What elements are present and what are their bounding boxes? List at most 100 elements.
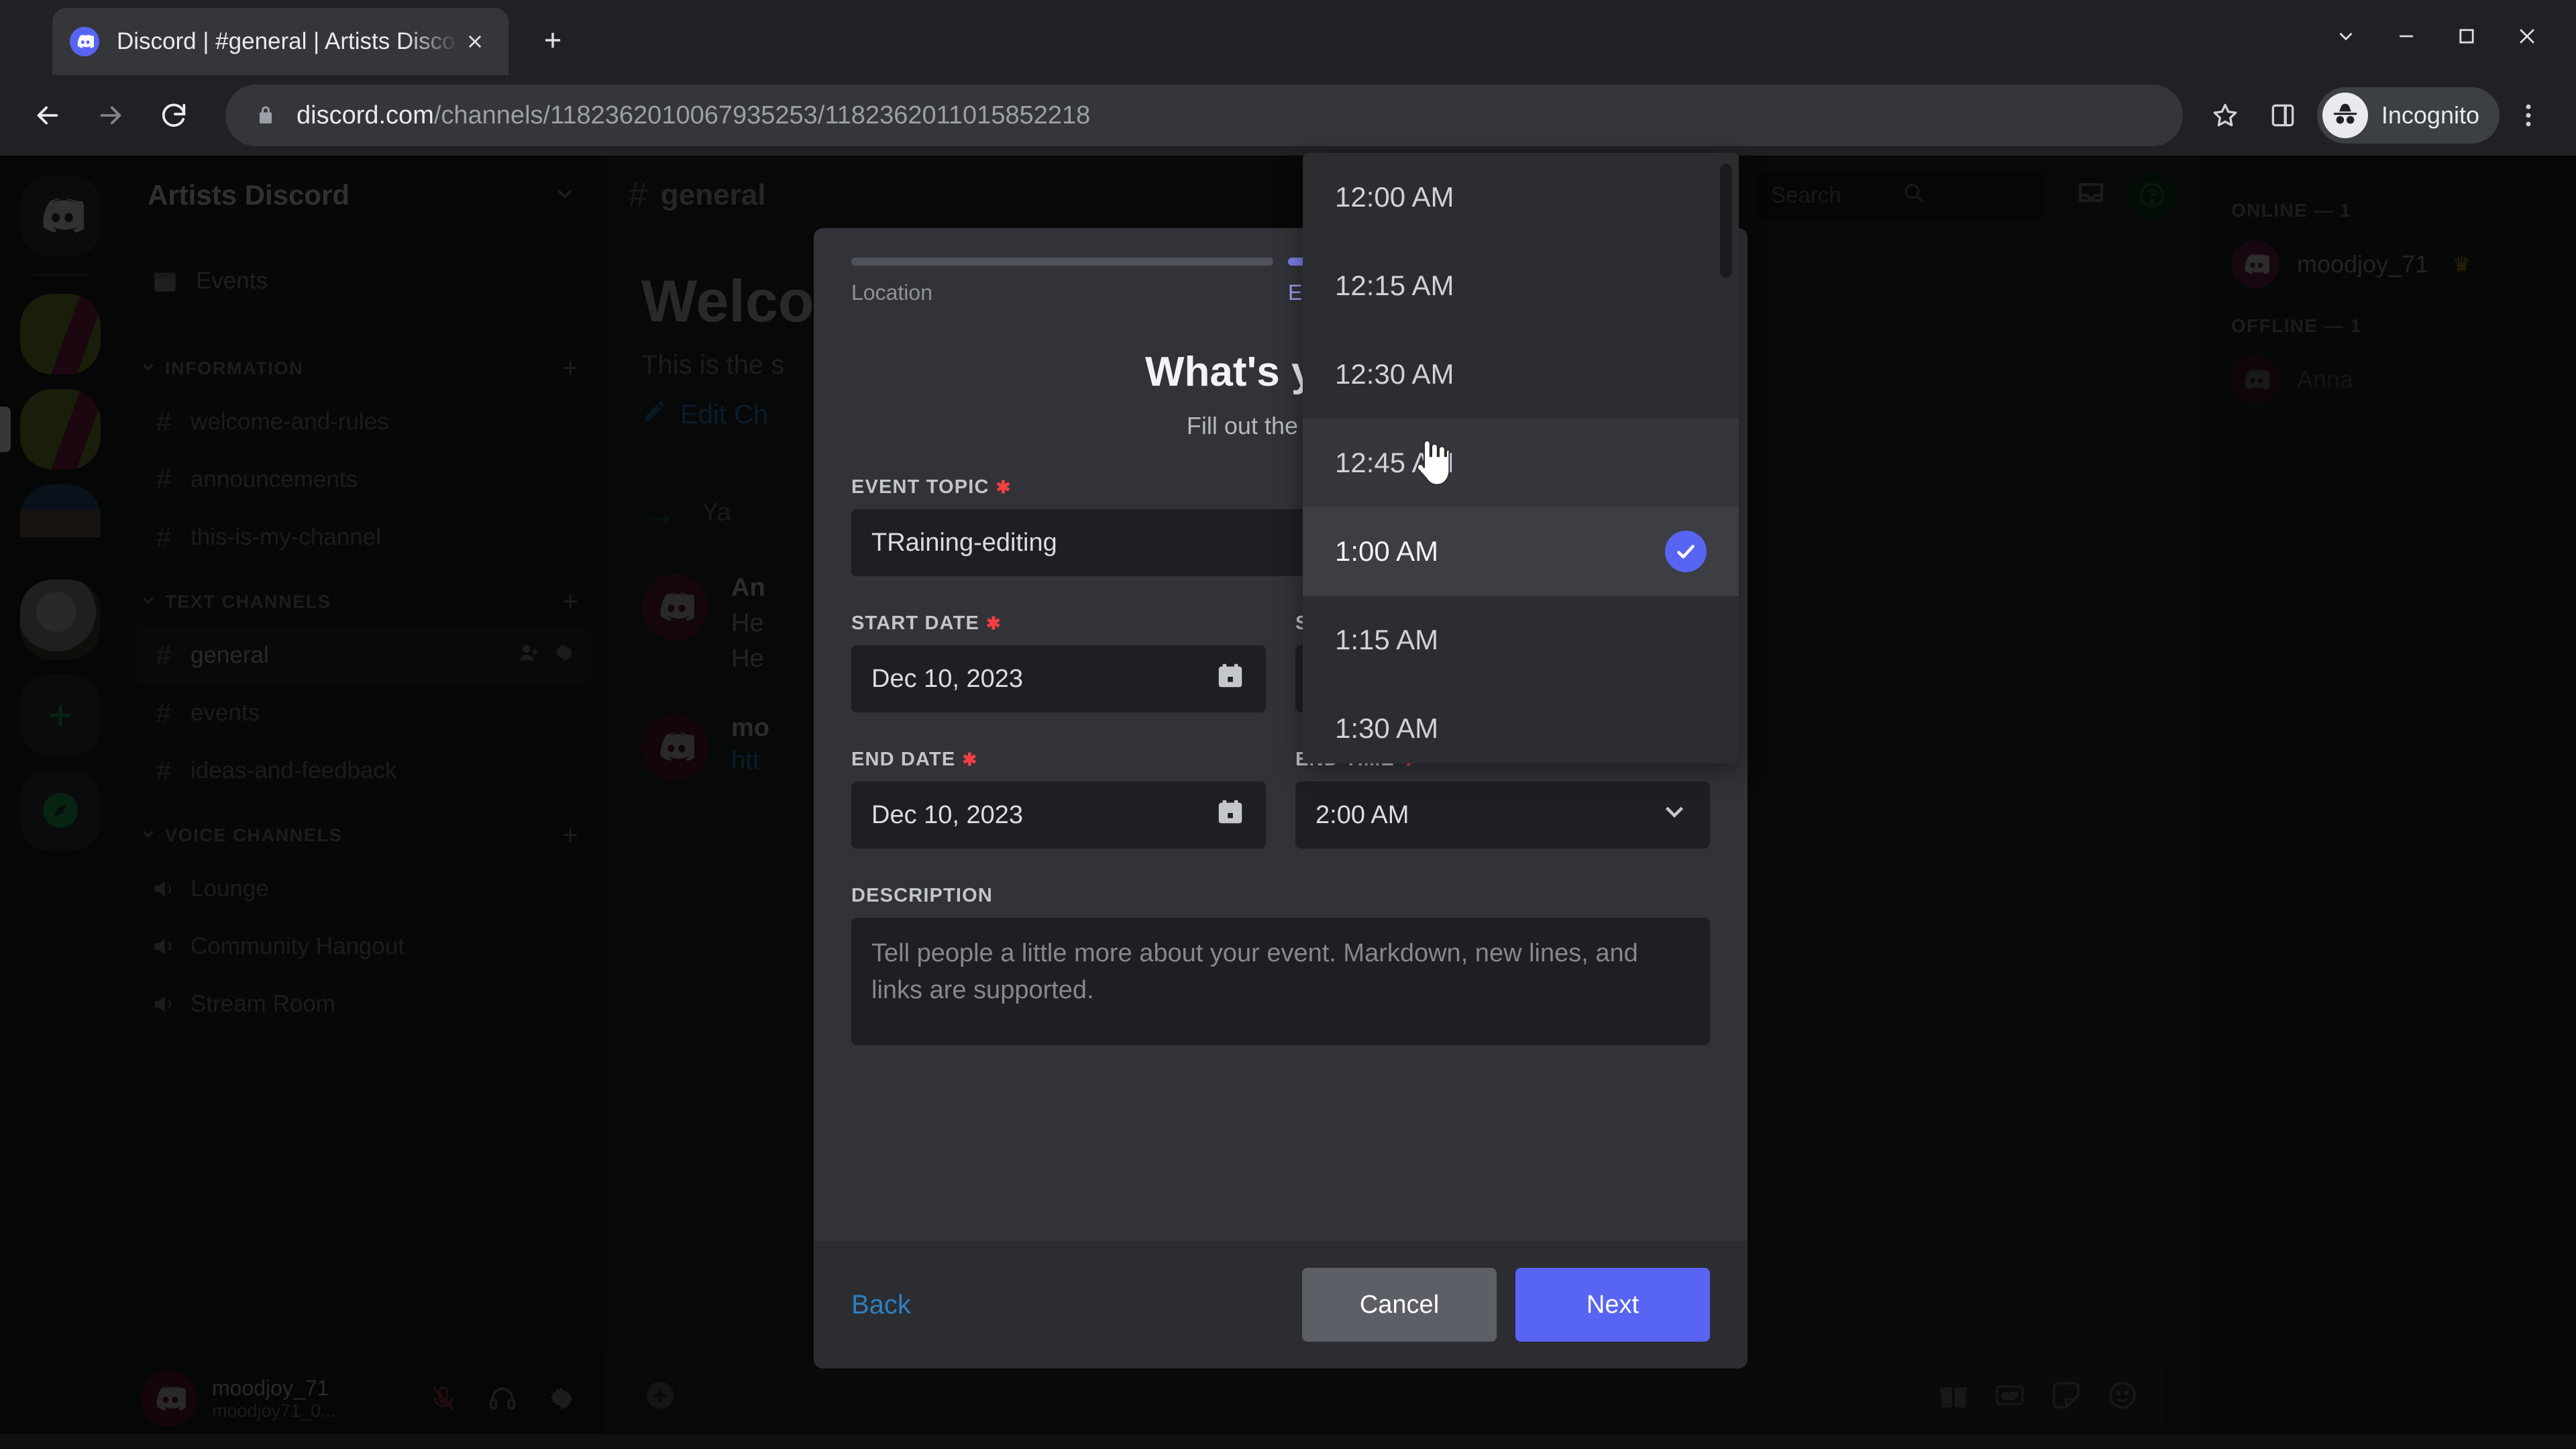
back-arrow-icon[interactable] [19, 87, 76, 144]
chevron-down-icon[interactable] [1659, 796, 1690, 834]
start-date-input[interactable]: Dec 10, 2023 [851, 645, 1266, 712]
member-row[interactable]: moodjoy_71 ♛ [2219, 233, 2557, 295]
calendar-icon[interactable] [1215, 660, 1246, 698]
server-home-button[interactable] [20, 176, 101, 256]
browser-tab[interactable]: Discord | #general | Artists Disco [52, 8, 508, 75]
server-icon-active[interactable] [0, 389, 101, 470]
incognito-profile-button[interactable]: Incognito [2316, 87, 2500, 144]
maximize-icon[interactable] [2436, 12, 2497, 60]
close-icon[interactable] [459, 25, 491, 58]
category-label: VOICE CHANNELS [165, 824, 343, 845]
guild-name: Artists Discord [148, 179, 350, 211]
start-time-dropdown[interactable]: 12:00 AM 12:15 AM 12:30 AM 12:45 AM 1:00… [1303, 153, 1739, 763]
browser-toolbar: discord.com/channels/1182362010067935253… [0, 75, 2576, 156]
end-date-input[interactable]: Dec 10, 2023 [851, 782, 1266, 849]
time-option-selected[interactable]: 1:00 AM [1303, 507, 1739, 596]
crown-icon: ♛ [2453, 253, 2471, 276]
channel-events[interactable]: # events [134, 686, 590, 741]
step-location[interactable]: Location [851, 258, 1273, 305]
calendar-icon[interactable] [1215, 796, 1246, 834]
channel-ideas-and-feedback[interactable]: # ideas-and-feedback [134, 743, 590, 798]
chevron-down-icon[interactable] [553, 182, 577, 209]
star-icon[interactable] [2196, 87, 2254, 144]
sticker-icon[interactable] [2047, 1377, 2085, 1414]
next-button[interactable]: Next [1515, 1268, 1710, 1342]
server-icon[interactable] [20, 484, 101, 565]
label-text: EVENT TOPIC [851, 476, 989, 498]
end-time-select[interactable]: 2:00 AM [1295, 782, 1710, 849]
gif-icon[interactable]: GIF [1991, 1377, 2029, 1414]
reload-icon[interactable] [145, 87, 203, 144]
active-server-indicator [0, 407, 11, 452]
avatar[interactable] [141, 1371, 197, 1427]
description-placeholder: Tell people a little more about your eve… [871, 939, 1638, 1005]
start-date-value: Dec 10, 2023 [871, 664, 1024, 693]
chevron-down-icon[interactable] [2316, 12, 2376, 60]
modal-footer: Back Cancel Next [814, 1241, 1748, 1368]
address-bar[interactable]: discord.com/channels/1182362010067935253… [225, 85, 2183, 146]
plus-icon[interactable] [641, 1377, 679, 1414]
time-option[interactable]: 12:15 AM [1303, 241, 1739, 330]
microphone-muted-icon[interactable] [421, 1377, 466, 1421]
member-name: moodjoy_71 [2297, 250, 2429, 278]
explore-servers-button[interactable] [20, 770, 101, 851]
add-server-button[interactable]: + [20, 675, 101, 755]
time-option[interactable]: 1:15 AM [1303, 596, 1739, 684]
inbox-icon[interactable] [2068, 172, 2114, 219]
tab-strip: Discord | #general | Artists Disco [0, 0, 2576, 75]
add-channel-icon[interactable]: + [563, 822, 578, 849]
help-icon[interactable] [2128, 171, 2176, 219]
new-tab-button[interactable] [530, 17, 576, 63]
category-label: TEXT CHANNELS [165, 591, 331, 612]
category-voice-channels[interactable]: VOICE CHANNELS + [121, 812, 604, 859]
minimize-icon[interactable] [2376, 12, 2436, 60]
check-icon [1665, 531, 1707, 572]
message-input[interactable]: GIF [679, 1359, 2163, 1432]
channel-label: Community Hangout [191, 933, 405, 959]
time-option[interactable]: 12:30 AM [1303, 330, 1739, 419]
dropdown-scrollbar[interactable] [1720, 164, 1732, 278]
member-row[interactable]: Anna [2219, 349, 2557, 411]
window-close-icon[interactable] [2497, 12, 2557, 60]
description-textarea[interactable]: Tell people a little more about your eve… [851, 918, 1710, 1045]
back-button[interactable]: Back [851, 1290, 1283, 1320]
avatar[interactable] [641, 574, 708, 641]
channel-announcements[interactable]: # announcements [134, 452, 590, 507]
time-option[interactable]: 12:00 AM [1303, 153, 1739, 241]
gear-icon[interactable] [553, 641, 576, 670]
avatar[interactable] [641, 714, 708, 781]
message-link[interactable]: htt [731, 747, 769, 775]
cancel-button[interactable]: Cancel [1302, 1268, 1497, 1342]
time-option-hovered[interactable]: 12:45 AM [1303, 419, 1739, 507]
voice-channel-lounge[interactable]: Lounge [134, 861, 590, 916]
sidebar-item-events[interactable]: Events [134, 254, 590, 309]
channel-welcome-and-rules[interactable]: # welcome-and-rules [134, 394, 590, 449]
add-channel-icon[interactable]: + [563, 588, 578, 615]
add-channel-icon[interactable]: + [563, 355, 578, 382]
server-icon[interactable] [20, 294, 101, 374]
emoji-icon[interactable] [2104, 1377, 2141, 1414]
voice-channel-stream-room[interactable]: Stream Room [134, 977, 590, 1032]
headphones-icon[interactable] [480, 1377, 525, 1421]
side-panel-icon[interactable] [2254, 87, 2312, 144]
channel-this-is-my-channel[interactable]: # this-is-my-channel [134, 510, 590, 565]
guild-header[interactable]: Artists Discord [121, 156, 604, 236]
edit-channel-label: Edit Ch [680, 399, 769, 429]
search-input[interactable]: Search [1756, 171, 2045, 219]
server-rail: + [0, 156, 121, 1449]
invite-member-icon[interactable] [518, 641, 541, 670]
url-text: discord.com/channels/1182362010067935253… [297, 101, 1090, 130]
end-date-label: END DATE ✱ [851, 749, 1266, 771]
category-information[interactable]: INFORMATION + [121, 345, 604, 392]
channel-general[interactable]: # general [134, 628, 590, 683]
server-icon[interactable] [20, 580, 101, 660]
time-option[interactable]: 1:30 AM [1303, 684, 1739, 763]
three-dot-menu-icon[interactable] [2500, 87, 2557, 144]
category-text-channels[interactable]: TEXT CHANNELS + [121, 578, 604, 625]
user-name: moodjoy_71 [212, 1376, 329, 1400]
gift-icon[interactable] [1935, 1377, 1972, 1414]
channel-label: general [191, 642, 269, 668]
forward-arrow-icon[interactable] [82, 87, 140, 144]
voice-channel-community-hangout[interactable]: Community Hangout [134, 919, 590, 974]
gear-icon[interactable] [539, 1377, 584, 1421]
